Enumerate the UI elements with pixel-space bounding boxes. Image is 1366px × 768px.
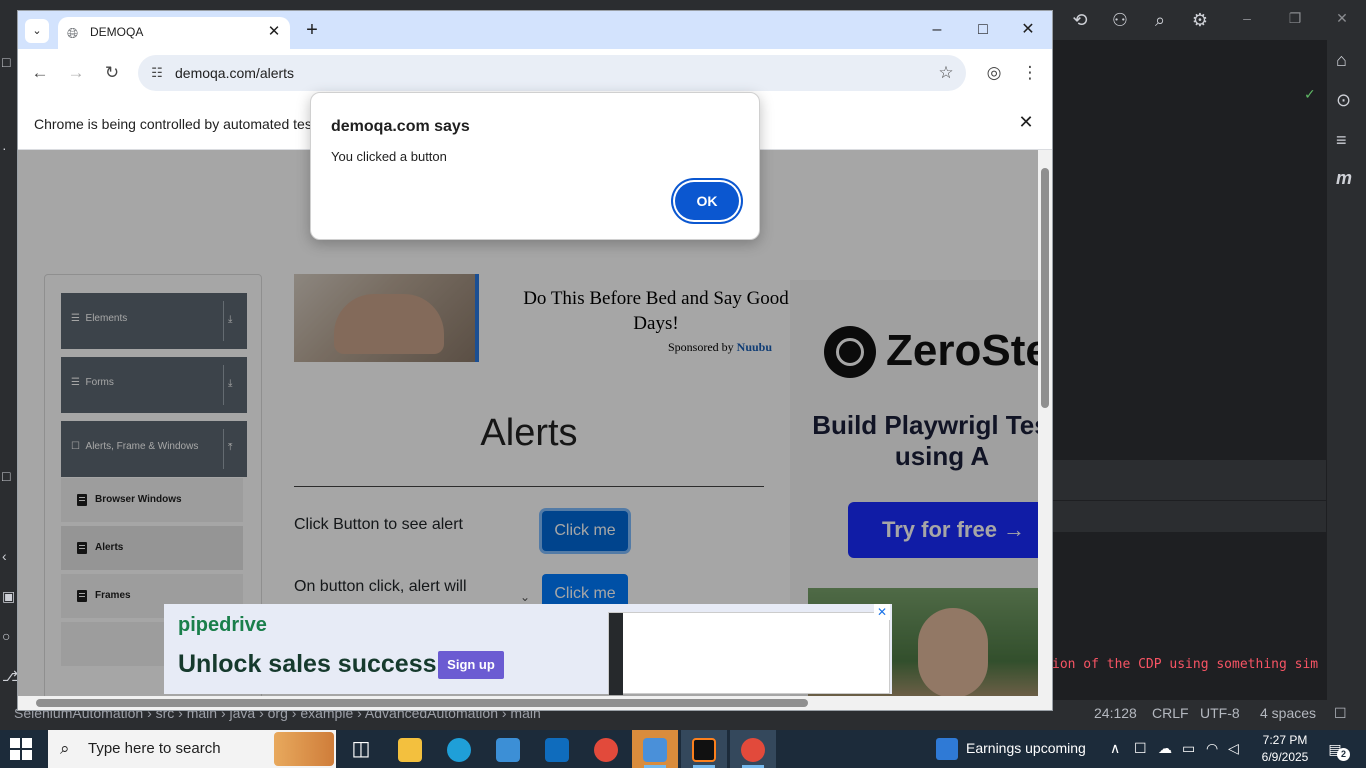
ide-left-toolstrip: □ · □ ‹ ▣ ○ ⎇ <box>0 40 18 700</box>
ide-minimize-icon[interactable]: – <box>1232 10 1262 30</box>
inspection-ok-icon: ✓ <box>1304 86 1316 102</box>
address-bar[interactable]: ☷ demoqa.com/alerts ☆ <box>138 55 966 91</box>
problems-icon[interactable]: ○ <box>2 628 10 644</box>
scroll-thumb[interactable] <box>36 699 808 707</box>
ide-right-toolstrip: ⌂ ⊙ ≡ m <box>1326 40 1366 700</box>
project-icon[interactable]: □ <box>2 54 10 70</box>
windows-taskbar: ⌕ Type here to search ◫ Earnings upcomin… <box>0 730 1366 768</box>
search-icon: ⌕ <box>60 739 70 758</box>
tool-window-header <box>1052 460 1326 500</box>
minimize-icon[interactable]: – <box>923 19 951 41</box>
intellij-icon[interactable] <box>681 730 727 768</box>
outlook-icon[interactable] <box>534 730 580 768</box>
task-view-icon[interactable]: ◫ <box>338 730 384 768</box>
browser-toolbar: ← → ↻ ☷ demoqa.com/alerts ☆ ◎ ⋮ <box>18 49 1052 97</box>
store-icon[interactable] <box>485 730 531 768</box>
profile-icon[interactable]: ◎ <box>982 61 1006 85</box>
back-button[interactable]: ← <box>28 61 52 85</box>
tab-title: DEMOQA <box>90 25 144 39</box>
search-icon[interactable]: ⌕ <box>1148 8 1172 32</box>
news-widget[interactable]: Earnings upcoming <box>934 730 1104 768</box>
notification-badge: 2 <box>1337 748 1350 761</box>
git-icon[interactable]: ⎇ <box>2 668 18 685</box>
ai-assistant-icon[interactable]: ⟲ <box>1068 8 1092 32</box>
edge-icon[interactable] <box>436 730 482 768</box>
run-console[interactable] <box>1052 532 1326 700</box>
code-editor[interactable] <box>1052 80 1326 460</box>
line-separator[interactable]: CRLF <box>1152 705 1189 721</box>
add-user-icon[interactable]: ⚇ <box>1108 8 1132 32</box>
meet-icon[interactable]: ☐ <box>1134 740 1147 757</box>
js-alert-dialog: demoqa.com says You clicked a button OK <box>310 92 760 240</box>
onedrive-icon[interactable]: ☁ <box>1158 740 1172 757</box>
tab-strip: ⌄ 🌐︎ DEMOQA ✕ + – □ ✕ <box>18 11 1052 49</box>
terminal-icon[interactable]: ▣ <box>2 588 15 605</box>
services-icon[interactable]: ‹ <box>2 548 7 564</box>
alert-title: demoqa.com says <box>331 118 470 135</box>
ide-restore-icon[interactable]: ❐ <box>1280 10 1310 30</box>
news-headline: Earnings upcoming <box>966 740 1086 756</box>
globe-icon: 🌐︎ <box>67 25 79 41</box>
file-encoding[interactable]: UTF-8 <box>1200 705 1240 721</box>
dot-icon: · <box>2 140 7 156</box>
maximize-icon[interactable]: □ <box>969 19 997 41</box>
tab-demoqa[interactable]: 🌐︎ DEMOQA ✕ <box>58 17 290 49</box>
clock-time: 7:27 PM <box>1262 733 1308 747</box>
tray-overflow-icon[interactable]: ∧ <box>1110 740 1120 757</box>
cursor-position[interactable]: 24:128 <box>1094 705 1137 721</box>
file-explorer-icon[interactable] <box>387 730 433 768</box>
chrome-active-icon[interactable] <box>730 730 776 768</box>
maven-icon[interactable]: m <box>1336 168 1352 189</box>
windows-start-icon[interactable] <box>10 738 32 760</box>
run-icon[interactable]: □ <box>2 468 10 484</box>
ai-chat-icon[interactable]: ⊙ <box>1336 90 1351 111</box>
alert-message: You clicked a button <box>331 149 447 164</box>
wifi-icon[interactable]: ◠ <box>1206 740 1218 757</box>
ad-headline: Unlock sales success <box>178 650 437 678</box>
scroll-thumb[interactable] <box>1041 168 1049 408</box>
horizontal-scrollbar[interactable] <box>18 696 1038 710</box>
pipedrive-logo: pipedrive <box>178 614 267 636</box>
ad-screenshot <box>608 612 890 695</box>
database-icon[interactable]: ≡ <box>1336 130 1347 151</box>
taskbar-search[interactable]: ⌕ Type here to search <box>48 730 336 768</box>
close-window-icon[interactable]: ✕ <box>1014 19 1042 41</box>
close-tab-icon[interactable]: ✕ <box>265 23 283 41</box>
chrome-window: ⌄ 🌐︎ DEMOQA ✕ + – □ ✕ ← → ↻ ☷ demoqa.com… <box>18 11 1052 710</box>
notification-icon[interactable]: ▤ 2 <box>1324 738 1350 761</box>
lock-icon[interactable]: ☐ <box>1334 705 1347 722</box>
clock[interactable]: 7:27 PM 6/9/2025 <box>1254 732 1316 766</box>
news-icon <box>936 738 958 760</box>
indent-setting[interactable]: 4 spaces <box>1260 705 1316 721</box>
chrome-icon[interactable] <box>583 730 629 768</box>
paint-app-icon[interactable] <box>632 730 678 768</box>
battery-icon[interactable]: ▭ <box>1182 740 1195 757</box>
menu-icon[interactable]: ⋮ <box>1018 61 1042 85</box>
reload-button[interactable]: ↻ <box>100 61 124 85</box>
ok-button[interactable]: OK <box>675 182 739 220</box>
app-sidebar-graphic <box>609 613 623 695</box>
site-settings-icon[interactable]: ☷ <box>148 64 166 82</box>
clock-date: 6/9/2025 <box>1261 750 1309 764</box>
forward-button[interactable]: → <box>64 61 88 85</box>
notifications-icon[interactable]: ⌂ <box>1336 50 1347 71</box>
vertical-scrollbar[interactable] <box>1038 150 1052 710</box>
search-placeholder: Type here to search <box>88 740 221 757</box>
ide-close-icon[interactable]: ✕ <box>1327 10 1357 30</box>
tab-search-button[interactable]: ⌄ <box>25 19 49 43</box>
volume-icon[interactable]: ◁ <box>1228 740 1239 757</box>
ad-close-icon[interactable]: ✕ <box>874 604 890 620</box>
bottom-ad[interactable]: pipedrive Unlock sales success Sign up ✕ <box>164 604 892 695</box>
infobar-close-icon[interactable]: ✕ <box>1015 111 1037 133</box>
sign-up-button[interactable]: Sign up <box>438 651 504 679</box>
search-highlight-image <box>274 732 334 766</box>
console-error-text: ion of the CDP using something sim <box>1052 657 1319 672</box>
bookmark-star-icon[interactable]: ☆ <box>935 62 957 84</box>
settings-icon[interactable]: ⚙ <box>1188 8 1212 32</box>
tool-window-tabs <box>1052 500 1326 532</box>
url-text[interactable]: demoqa.com/alerts <box>175 65 294 81</box>
new-tab-button[interactable]: + <box>300 18 324 42</box>
